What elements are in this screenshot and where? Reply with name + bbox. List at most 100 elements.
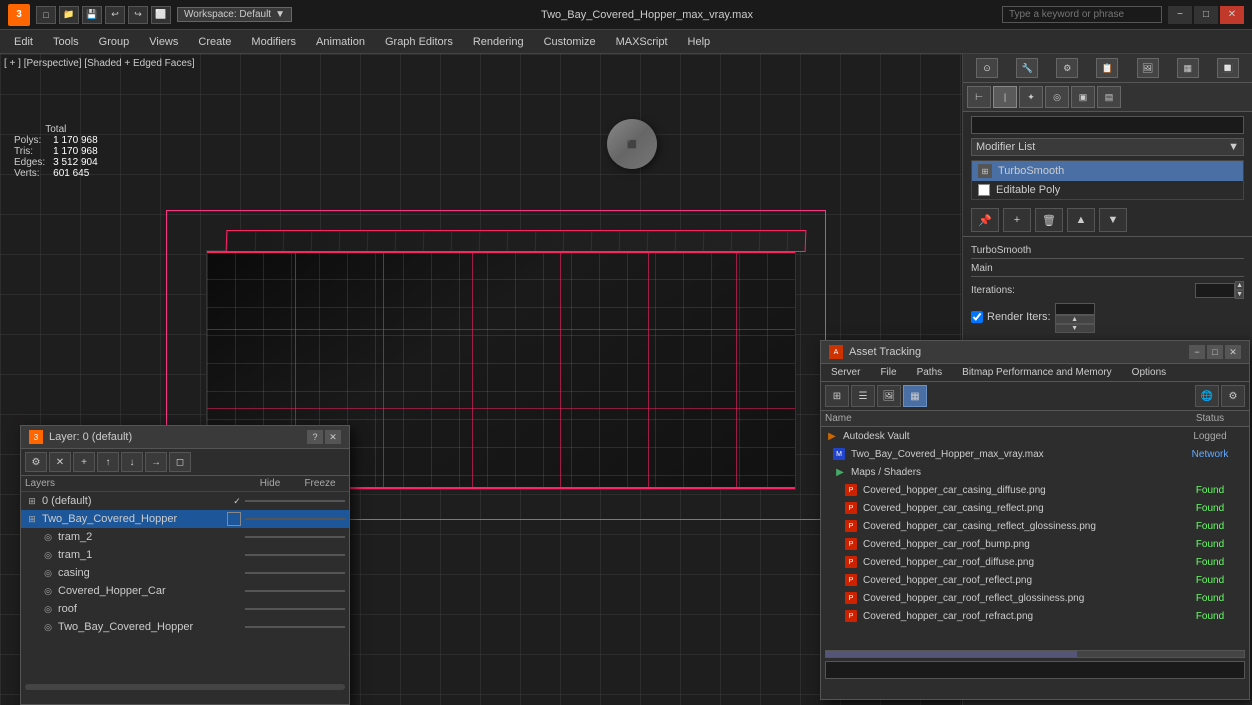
layer-tool-dn[interactable]: ↓: [121, 452, 143, 472]
object-name-input[interactable]: casing: [971, 116, 1244, 134]
asset-row-roof-refract[interactable]: P Covered_hopper_car_roof_refract.png Fo…: [821, 607, 1249, 625]
asset-menu-options[interactable]: Options: [1122, 364, 1176, 381]
asset-menu-paths[interactable]: Paths: [907, 364, 953, 381]
close-button[interactable]: ✕: [1220, 6, 1244, 24]
asset-row-maps[interactable]: ▶ Maps / Shaders: [821, 463, 1249, 481]
asset-input[interactable]: [825, 661, 1245, 679]
layer-close-btn[interactable]: ✕: [325, 430, 341, 444]
layer-tool-settings[interactable]: ⚙: [25, 452, 47, 472]
redo-btn[interactable]: ↪: [128, 6, 148, 24]
mod-tool-3[interactable]: ✦: [1019, 86, 1043, 108]
asset-btn-4[interactable]: ▦: [903, 385, 927, 407]
rp-icon-5[interactable]: 🖼: [1137, 58, 1159, 78]
asset-max-btn[interactable]: □: [1207, 345, 1223, 359]
layer-tool-select[interactable]: ◻: [169, 452, 191, 472]
asset-close-btn[interactable]: ✕: [1225, 345, 1241, 359]
asset-btn-r2[interactable]: ⚙: [1221, 385, 1245, 407]
iter-dn[interactable]: ▼: [1235, 290, 1244, 299]
maximize-button[interactable]: □: [1194, 6, 1218, 24]
mod-checkbox-ep[interactable]: [978, 184, 990, 196]
asset-btn-1[interactable]: ⊞: [825, 385, 849, 407]
modifier-turbosmooth[interactable]: ⊞ TurboSmooth: [972, 161, 1243, 181]
rp-icon-6[interactable]: ▦: [1177, 58, 1199, 78]
undo-btn[interactable]: ↩: [105, 6, 125, 24]
asset-menu-bitmap[interactable]: Bitmap Performance and Memory: [952, 364, 1122, 381]
layer-item-tram1[interactable]: ◎ tram_1: [21, 546, 349, 564]
layer-scrollbar[interactable]: [25, 684, 345, 690]
layer-item-roof[interactable]: ◎ roof: [21, 600, 349, 618]
mod-tool-5[interactable]: ▣: [1071, 86, 1095, 108]
select-btn[interactable]: ⬜: [151, 6, 171, 24]
menu-views[interactable]: Views: [139, 34, 188, 50]
menu-rendering[interactable]: Rendering: [463, 34, 534, 50]
minimize-button[interactable]: −: [1168, 6, 1192, 24]
modifier-list-header[interactable]: Modifier List ▼: [971, 138, 1244, 156]
rp-icon-4[interactable]: 📋: [1096, 58, 1118, 78]
asset-row-casing-glossiness[interactable]: P Covered_hopper_car_casing_reflect_glos…: [821, 517, 1249, 535]
del-btn[interactable]: 🗑: [1035, 208, 1063, 232]
menu-customize[interactable]: Customize: [534, 34, 606, 50]
menu-graph-editors[interactable]: Graph Editors: [375, 34, 463, 50]
mod-tool-4[interactable]: ◎: [1045, 86, 1069, 108]
mod-tool-1[interactable]: ⊢: [967, 86, 991, 108]
move-up-btn[interactable]: ▲: [1067, 208, 1095, 232]
layer-item-default[interactable]: ⊞ 0 (default) ✓: [21, 492, 349, 510]
layer-help-btn[interactable]: ?: [307, 430, 323, 444]
nav-cube[interactable]: ⬛: [607, 119, 667, 179]
iter-up[interactable]: ▲: [1235, 281, 1244, 290]
asset-btn-2[interactable]: ☰: [851, 385, 875, 407]
menu-tools[interactable]: Tools: [43, 34, 89, 50]
asset-menu-server[interactable]: Server: [821, 364, 870, 381]
menu-group[interactable]: Group: [89, 34, 140, 50]
layer-tool-delete[interactable]: ✕: [49, 452, 71, 472]
asset-row-main-file[interactable]: M Two_Bay_Covered_Hopper_max_vray.max Ne…: [821, 445, 1249, 463]
menu-maxscript[interactable]: MAXScript: [606, 34, 678, 50]
layer-tool-add[interactable]: +: [73, 452, 95, 472]
layer-tool-move[interactable]: →: [145, 452, 167, 472]
asset-row-roof-glossiness[interactable]: P Covered_hopper_car_roof_reflect_glossi…: [821, 589, 1249, 607]
layer-item-twobay-sub[interactable]: ◎ Two_Bay_Covered_Hopper: [21, 618, 349, 636]
menu-modifiers[interactable]: Modifiers: [241, 34, 306, 50]
asset-btn-r1[interactable]: 🌐: [1195, 385, 1219, 407]
ri-up[interactable]: ▲: [1055, 315, 1095, 324]
asset-row-casing-diffuse[interactable]: P Covered_hopper_car_casing_diffuse.png …: [821, 481, 1249, 499]
menu-edit[interactable]: Edit: [4, 34, 43, 50]
layer-tool-up[interactable]: ↑: [97, 452, 119, 472]
rp-icon-2[interactable]: 🔧: [1016, 58, 1038, 78]
ri-dn[interactable]: ▼: [1055, 324, 1095, 333]
iterations-spinbox[interactable]: 0 ▲ ▼: [1195, 281, 1244, 299]
add-btn[interactable]: +: [1003, 208, 1031, 232]
menu-create[interactable]: Create: [188, 34, 241, 50]
asset-menu-file[interactable]: File: [870, 364, 906, 381]
layer-item-twobay[interactable]: ⊞ Two_Bay_Covered_Hopper: [21, 510, 349, 528]
render-iters-checkbox[interactable]: [971, 311, 983, 323]
pin-btn[interactable]: 📌: [971, 208, 999, 232]
layer-item-tram2[interactable]: ◎ tram_2: [21, 528, 349, 546]
rp-icon-1[interactable]: ⊙: [976, 58, 998, 78]
mod-tool-2[interactable]: |: [993, 86, 1017, 108]
asset-min-btn[interactable]: −: [1189, 345, 1205, 359]
iterations-input[interactable]: 0: [1195, 283, 1235, 298]
asset-row-roof-bump[interactable]: P Covered_hopper_car_roof_bump.png Found: [821, 535, 1249, 553]
open-btn[interactable]: 📁: [59, 6, 79, 24]
layer-item-covered-hopper[interactable]: ◎ Covered_Hopper_Car: [21, 582, 349, 600]
move-dn-btn[interactable]: ▼: [1099, 208, 1127, 232]
layer-item-casing[interactable]: ◎ casing: [21, 564, 349, 582]
modifier-editable-poly[interactable]: Editable Poly: [972, 181, 1243, 199]
asset-row-roof-diffuse[interactable]: P Covered_hopper_car_roof_diffuse.png Fo…: [821, 553, 1249, 571]
render-iters-input[interactable]: 1: [1055, 303, 1095, 315]
workspace-selector[interactable]: Workspace: Default ▼: [177, 7, 292, 22]
menu-help[interactable]: Help: [678, 34, 721, 50]
rp-icon-7[interactable]: 🔲: [1217, 58, 1239, 78]
asset-row-vault[interactable]: ▶ Autodesk Vault Logged: [821, 427, 1249, 445]
search-input[interactable]: [1002, 6, 1162, 23]
asset-btn-3[interactable]: 🖼: [877, 385, 901, 407]
mod-tool-6[interactable]: ▤: [1097, 86, 1121, 108]
new-btn[interactable]: □: [36, 6, 56, 24]
save-btn[interactable]: 💾: [82, 6, 102, 24]
asset-row-roof-reflect[interactable]: P Covered_hopper_car_roof_reflect.png Fo…: [821, 571, 1249, 589]
rp-icon-3[interactable]: ⚙: [1056, 58, 1078, 78]
render-iters-spinbox[interactable]: 1 ▲ ▼: [1055, 302, 1095, 333]
asset-row-casing-reflect[interactable]: P Covered_hopper_car_casing_reflect.png …: [821, 499, 1249, 517]
menu-animation[interactable]: Animation: [306, 34, 375, 50]
